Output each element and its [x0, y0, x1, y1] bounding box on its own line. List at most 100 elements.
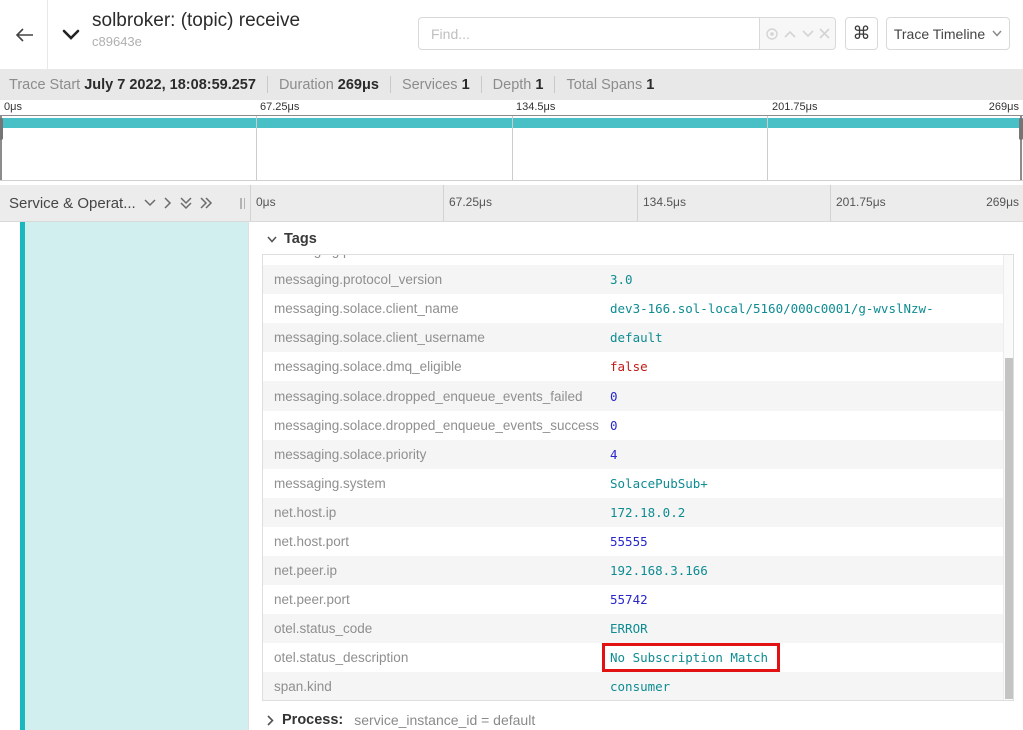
chevron-down-icon: [267, 236, 277, 243]
find-next-icon[interactable]: [802, 30, 814, 38]
trace-start: Trace Start July 7 2022, 18:08:59.257: [9, 77, 256, 93]
process-value: service_instance_id = default: [354, 712, 535, 728]
tag-row: messaging.protocol_version3.0: [263, 265, 1013, 294]
tag-value: 4: [610, 447, 1013, 462]
tag-row: messaging.solace.client_usernamedefault: [263, 323, 1013, 352]
tag-row: otel.status_descriptionNo Subscription M…: [263, 643, 1013, 672]
column-divider: [637, 185, 638, 221]
back-button[interactable]: [0, 0, 47, 69]
trace-view-selector[interactable]: Trace Timeline: [886, 17, 1010, 50]
chevron-right-icon: [267, 715, 274, 726]
chevron-right-icon[interactable]: [164, 197, 172, 209]
tag-key: net.peer.ip: [263, 563, 610, 578]
trace-id: c89643e: [92, 33, 300, 50]
tag-key: messaging.solace.dropped_enqueue_events_…: [263, 389, 610, 404]
minimap-tick: 134.5μs: [516, 101, 555, 113]
tag-key: net.peer.port: [263, 592, 610, 607]
locate-icon[interactable]: [765, 27, 779, 41]
tag-value: 3.0: [610, 272, 1013, 287]
minimap-canvas[interactable]: [0, 115, 1023, 181]
column-resize-grip[interactable]: [240, 198, 247, 209]
header-divider: [47, 0, 48, 69]
tag-row: messaging.solace.dmq_eligiblefalse: [263, 352, 1013, 381]
title-block: solbroker: (topic) receive c89643e: [92, 9, 300, 50]
tag-key: messaging.system: [263, 476, 610, 491]
tag-row: span.kindconsumer: [263, 672, 1013, 701]
tag-key: span.kind: [263, 679, 610, 694]
tag-row: messaging.solace.dropped_enqueue_events_…: [263, 411, 1013, 440]
find-clear-icon[interactable]: [819, 28, 830, 39]
tag-value: default: [610, 330, 1013, 345]
tags-section-label: Tags: [284, 231, 317, 247]
tag-key: messaging.protocol_version: [263, 272, 610, 287]
command-icon: ⌘: [853, 23, 871, 44]
trace-services: Services 1: [402, 77, 470, 93]
tag-key: net.host.ip: [263, 505, 610, 520]
process-section-toggle[interactable]: Process: service_instance_id = default: [267, 712, 535, 728]
span-row-highlight[interactable]: [25, 222, 248, 730]
tag-row: messaging.solace.dropped_enqueue_events_…: [263, 381, 1013, 410]
tag-value: SolacePubSub+: [610, 476, 1013, 491]
minimap-gridline: [256, 116, 257, 180]
tags-scrollbar: [1003, 255, 1013, 700]
tag-value: 0: [610, 418, 1013, 433]
info-separator: [554, 76, 555, 93]
timeline-tick: 269μs: [986, 195, 1019, 209]
column-divider: [443, 185, 444, 221]
tag-row: net.peer.port55742: [263, 585, 1013, 614]
info-separator: [267, 76, 268, 93]
tag-value: 55742: [610, 592, 1013, 607]
tag-key: otel.status_code: [263, 621, 610, 636]
tag-key: messaging.solace.priority: [263, 447, 610, 462]
column-divider: [250, 185, 251, 221]
process-label: Process:: [282, 712, 343, 728]
double-chevron-right-icon[interactable]: [200, 197, 213, 209]
tag-key: net.host.port: [263, 534, 610, 549]
tag-row: net.peer.ip192.168.3.166: [263, 556, 1013, 585]
trace-collapse-toggle[interactable]: [56, 20, 86, 50]
tag-value: 192.168.3.166: [610, 563, 1013, 578]
timeline-tick: 67.25μs: [449, 195, 492, 209]
find-prev-icon[interactable]: [784, 30, 796, 38]
view-selector-label: Trace Timeline: [894, 26, 985, 42]
info-separator: [390, 76, 391, 93]
tag-key: messaging.solace.client_username: [263, 330, 610, 345]
tags-section-toggle[interactable]: Tags: [267, 231, 317, 247]
minimap-tick: 0μs: [4, 101, 22, 113]
tag-row: messaging.solace.priority4: [263, 440, 1013, 469]
timeline-tick: 134.5μs: [643, 195, 686, 209]
minimap-gridline: [512, 116, 513, 180]
tag-row: net.host.ip172.18.0.2: [263, 498, 1013, 527]
page-title: solbroker: (topic) receive: [92, 9, 300, 33]
minimap-gridline: [767, 116, 768, 180]
tag-value: ERROR: [610, 621, 1013, 636]
tag-row: messaging.systemSolacePubSub+: [263, 469, 1013, 498]
service-operation-label: Service & Operat...: [9, 195, 136, 212]
back-arrow-icon: [14, 27, 34, 43]
find-input[interactable]: [418, 17, 760, 50]
timeline-tick: 0μs: [256, 195, 276, 209]
span-detail-panel: Tags messaging.protocolSMFmessaging.prot…: [250, 222, 1023, 730]
tag-value: No Subscription Match: [610, 650, 1013, 665]
tag-key: messaging.protocol: [263, 254, 610, 258]
tags-table-rows: messaging.protocolSMF messaging.protocol_…: [263, 254, 1013, 701]
minimap-tick: 201.75μs: [772, 101, 817, 113]
tag-value: 0: [610, 389, 1013, 404]
tag-value: SMF: [610, 254, 1013, 258]
timeline-minimap[interactable]: 0μs 67.25μs 134.5μs 201.75μs 269μs: [0, 100, 1023, 184]
error-highlight-box: No Subscription Match: [602, 643, 780, 672]
minimap-left-scrubber[interactable]: [0, 116, 2, 180]
tag-key: messaging.solace.dropped_enqueue_events_…: [263, 418, 610, 433]
chevron-down-icon[interactable]: [144, 199, 156, 207]
double-chevron-down-icon[interactable]: [180, 197, 192, 210]
trace-total-spans: Total Spans 1: [566, 77, 654, 93]
tag-key: otel.status_description: [263, 650, 610, 665]
keyboard-shortcuts-button[interactable]: ⌘: [845, 17, 878, 50]
tags-table: messaging.protocolSMF messaging.protocol_…: [262, 254, 1014, 701]
tag-row: net.host.port55555: [263, 527, 1013, 556]
tag-value: 172.18.0.2: [610, 505, 1013, 520]
minimap-right-scrubber[interactable]: [1020, 116, 1022, 180]
trace-info-bar: Trace Start July 7 2022, 18:08:59.257 Du…: [0, 69, 1023, 100]
tags-scrollbar-thumb[interactable]: [1005, 358, 1013, 699]
service-operation-header: Service & Operat...: [0, 185, 250, 221]
